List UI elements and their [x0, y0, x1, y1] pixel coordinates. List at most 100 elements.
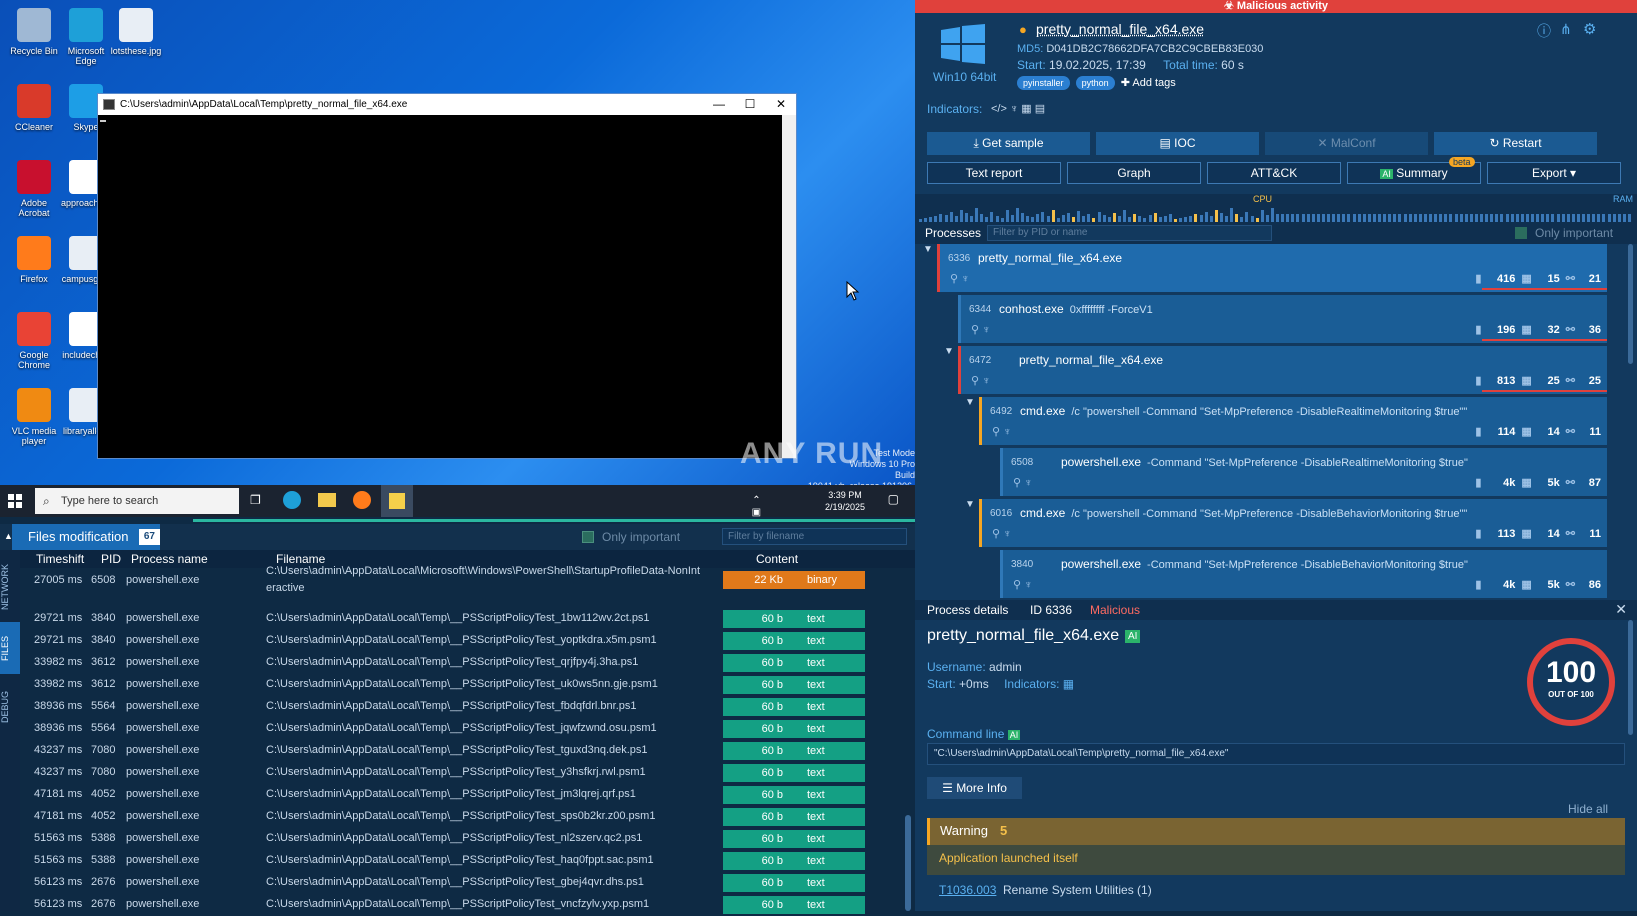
tab-network[interactable]: NETWORK: [0, 558, 20, 616]
details-scrollbar[interactable]: [1628, 620, 1633, 735]
content-badge[interactable]: 22 Kb binary: [723, 571, 865, 589]
table-row[interactable]: 29721 ms 3840 powershell.exe C:\Users\admin…: [20, 608, 905, 630]
desktop-icon[interactable]: VLC media player: [6, 388, 62, 446]
content-badge[interactable]: 60 b text: [723, 720, 865, 738]
expand-toggle-icon[interactable]: ▼: [944, 346, 954, 357]
table-row[interactable]: 38936 ms 5564 powershell.exe C:\Users\admin…: [20, 718, 905, 740]
table-row[interactable]: 43237 ms 7080 powershell.exe C:\Users\admin…: [20, 740, 905, 762]
content-badge[interactable]: 60 b text: [723, 896, 865, 914]
table-row[interactable]: 56123 ms 2676 powershell.exe C:\Users\admin…: [20, 894, 905, 916]
minimize-button[interactable]: —: [704, 94, 734, 115]
cmd-titlebar[interactable]: C:\Users\admin\AppData\Local\Temp\pretty…: [98, 94, 796, 115]
restart-button[interactable]: ↻ Restart: [1434, 132, 1597, 155]
col-content[interactable]: Content: [756, 552, 798, 566]
files-modification-tab[interactable]: Files modification 67: [12, 524, 160, 550]
warning-item[interactable]: Application launched itself: [939, 851, 1078, 865]
process-filter-input[interactable]: Filter by PID or name: [987, 225, 1272, 241]
content-badge[interactable]: 60 b text: [723, 830, 865, 848]
content-badge[interactable]: 60 b text: [723, 874, 865, 892]
table-row[interactable]: 47181 ms 4052 powershell.exe C:\Users\admin…: [20, 784, 905, 806]
process-item[interactable]: 3840 powershell.exe -Command "Set-MpPrefer…: [1000, 550, 1607, 598]
table-row[interactable]: 33982 ms 3612 powershell.exe C:\Users\admin…: [20, 652, 905, 674]
only-important-checkbox-processes[interactable]: [1515, 227, 1527, 239]
process-item[interactable]: 6344 conhost.exe 0xffffffff -ForceV1 ⚲ ♆ ▮ 19…: [958, 295, 1607, 343]
sample-filename[interactable]: pretty_normal_file_x64.exe: [1036, 21, 1204, 37]
col-process-name[interactable]: Process name: [131, 552, 208, 566]
settings-icon[interactable]: ⚙: [1583, 20, 1596, 38]
attck-button[interactable]: ATT&CK: [1207, 162, 1341, 184]
export-button[interactable]: Export ▾: [1487, 162, 1621, 184]
content-badge[interactable]: 60 b text: [723, 676, 865, 694]
notification-icon[interactable]: ▢: [888, 493, 899, 505]
more-info-button[interactable]: ☰ More Info: [927, 777, 1022, 799]
warning-header[interactable]: Warning 5: [927, 818, 1625, 845]
close-details-icon[interactable]: ✕: [1615, 601, 1627, 618]
tab-debug[interactable]: DEBUG: [0, 682, 20, 732]
content-badge[interactable]: 60 b text: [723, 742, 865, 760]
only-important-checkbox[interactable]: [582, 531, 594, 543]
ioc-button[interactable]: ▤ IOC: [1096, 132, 1259, 155]
expand-toggle-icon[interactable]: ▼: [965, 499, 975, 510]
tag-python[interactable]: python: [1075, 76, 1115, 90]
edge-taskbar-icon[interactable]: [283, 491, 301, 509]
table-row[interactable]: 38936 ms 5564 powershell.exe C:\Users\admin…: [20, 696, 905, 718]
process-item[interactable]: 6016 cmd.exe/c "powershell -Command "Set-…: [979, 499, 1607, 547]
table-row[interactable]: 27005 ms 6508 powershell.exe C:\Users\admin…: [20, 565, 905, 608]
cmd-window[interactable]: C:\Users\admin\AppData\Local\Temp\pretty…: [97, 93, 797, 459]
explorer-taskbar-icon[interactable]: [318, 493, 336, 507]
table-row[interactable]: 43237 ms 7080 powershell.exe C:\Users\admin…: [20, 762, 905, 784]
text-report-button[interactable]: Text report: [927, 162, 1061, 184]
command-line-field[interactable]: "C:\Users\admin\AppData\Local\Temp\prett…: [927, 743, 1625, 765]
get-sample-button[interactable]: ⤓ Get sample: [927, 132, 1090, 155]
col-pid[interactable]: PID: [101, 552, 121, 566]
graph-button[interactable]: Graph: [1067, 162, 1201, 184]
info-icon[interactable]: ⓘ: [1537, 21, 1551, 41]
firefox-taskbar-icon[interactable]: [353, 491, 371, 509]
table-row[interactable]: 33982 ms 3612 powershell.exe C:\Users\admin…: [20, 674, 905, 696]
technique-id[interactable]: T1036.003: [939, 883, 996, 897]
ai-badge[interactable]: AI: [1125, 630, 1141, 643]
add-tags-button[interactable]: ✚ Add tags: [1121, 77, 1176, 89]
malconf-button[interactable]: ✕ MalConf: [1265, 132, 1428, 155]
close-button[interactable]: ✕: [766, 94, 796, 115]
table-row[interactable]: 51563 ms 5388 powershell.exe C:\Users\admin…: [20, 850, 905, 872]
desktop-icon[interactable]: Microsoft Edge: [58, 8, 114, 66]
desktop-icon[interactable]: Firefox: [6, 236, 62, 284]
tab-files[interactable]: FILES: [0, 622, 20, 674]
process-item[interactable]: 6472 pretty_normal_file_x64.exe ⚲ ♆ ▮ 813 ▦ 25…: [958, 346, 1607, 394]
table-row[interactable]: 29721 ms 3840 powershell.exe C:\Users\admin…: [20, 630, 905, 652]
content-badge[interactable]: 60 b text: [723, 654, 865, 672]
table-row[interactable]: 51563 ms 5388 powershell.exe C:\Users\admin…: [20, 828, 905, 850]
table-row[interactable]: 47181 ms 4052 powershell.exe C:\Users\admin…: [20, 806, 905, 828]
col-timeshift[interactable]: Timeshift: [36, 552, 84, 566]
content-badge[interactable]: 60 b text: [723, 786, 865, 804]
share-icon[interactable]: ⋔: [1560, 21, 1572, 38]
process-item[interactable]: 6508 powershell.exe -Command "Set-MpPrefer…: [1000, 448, 1607, 496]
task-view-icon[interactable]: ❐: [250, 493, 261, 507]
expand-toggle-icon[interactable]: ▼: [923, 244, 933, 255]
maximize-button[interactable]: ☐: [735, 94, 765, 115]
hide-all-link[interactable]: Hide all: [1568, 802, 1608, 816]
desktop-icon[interactable]: CCleaner: [6, 84, 62, 132]
content-badge[interactable]: 60 b text: [723, 764, 865, 782]
windows-start-icon[interactable]: [8, 494, 22, 508]
desktop-icon[interactable]: Google Chrome: [6, 312, 62, 370]
content-badge[interactable]: 60 b text: [723, 698, 865, 716]
desktop-icon[interactable]: Recycle Bin: [6, 8, 62, 56]
desktop-icon[interactable]: lotsthese.jpg: [108, 8, 164, 56]
content-badge[interactable]: 60 b text: [723, 610, 865, 628]
desktop-icon[interactable]: Adobe Acrobat: [6, 160, 62, 218]
content-badge[interactable]: 60 b text: [723, 632, 865, 650]
content-badge[interactable]: 60 b text: [723, 852, 865, 870]
cmd-scrollbar[interactable]: [782, 115, 796, 458]
process-scrollbar[interactable]: [1628, 244, 1633, 364]
table-scrollbar[interactable]: [905, 815, 911, 911]
filename-filter-input[interactable]: Filter by filename: [722, 528, 907, 545]
content-badge[interactable]: 60 b text: [723, 808, 865, 826]
col-filename[interactable]: Filename: [276, 552, 325, 566]
md5-value[interactable]: D041DB2C78662DFA7CB2C9CBEB83E030: [1046, 43, 1263, 55]
table-row[interactable]: 56123 ms 2676 powershell.exe C:\Users\admin…: [20, 872, 905, 894]
expand-toggle-icon[interactable]: ▼: [965, 397, 975, 408]
tag-pyinstaller[interactable]: pyinstaller: [1017, 76, 1070, 90]
process-item[interactable]: 6336 pretty_normal_file_x64.exe ⚲ ♆ ▮ 416 ▦ 15…: [937, 244, 1607, 292]
